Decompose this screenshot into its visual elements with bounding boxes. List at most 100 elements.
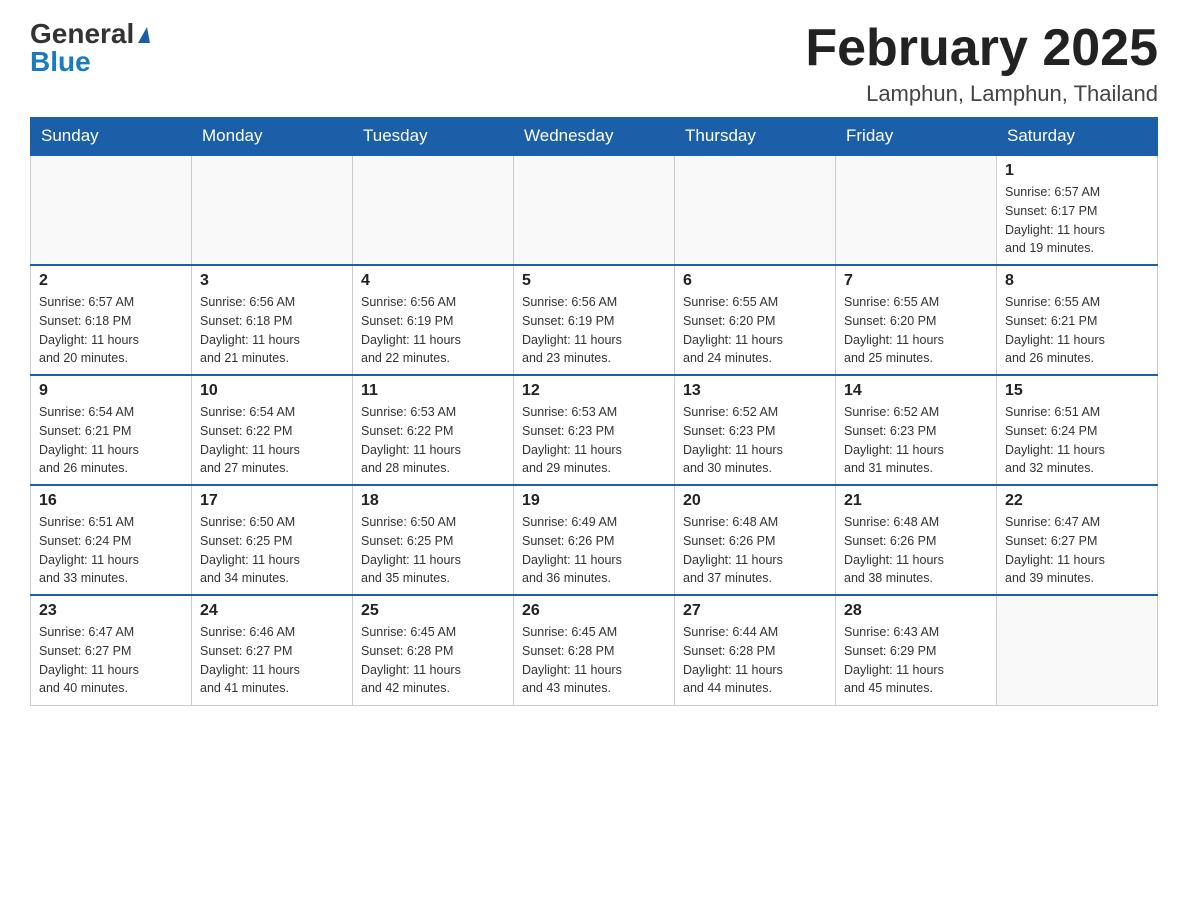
day-number: 24 [200, 602, 344, 620]
calendar-cell: 7Sunrise: 6:55 AM Sunset: 6:20 PM Daylig… [836, 265, 997, 375]
day-info: Sunrise: 6:56 AM Sunset: 6:18 PM Dayligh… [200, 293, 344, 368]
calendar-cell: 16Sunrise: 6:51 AM Sunset: 6:24 PM Dayli… [31, 485, 192, 595]
day-info: Sunrise: 6:45 AM Sunset: 6:28 PM Dayligh… [361, 623, 505, 698]
week-row-3: 9 Sunrise: 6:54 AM Sunset: 6:21 PM Daylig… [31, 375, 1158, 485]
day-number: 6 [683, 272, 827, 290]
weekday-header-monday: Monday [192, 118, 353, 156]
logo-blue-text: Blue [30, 48, 91, 76]
calendar-cell: 5 Sunrise: 6:56 AM Sunset: 6:19 PM Daylig… [514, 265, 675, 375]
day-number: 12 [522, 382, 666, 400]
day-number: 28 [844, 602, 988, 620]
logo-general-text: General [30, 20, 134, 48]
day-number: 10 [200, 382, 344, 400]
calendar-table: SundayMondayTuesdayWednesdayThursdayFrid… [30, 117, 1158, 706]
day-number: 22 [1005, 492, 1149, 510]
weekday-header-thursday: Thursday [675, 118, 836, 156]
calendar-cell: 28 Sunrise: 6:43 AM Sunset: 6:29 PM Dayli… [836, 595, 997, 705]
calendar-cell [31, 155, 192, 265]
weekday-header-wednesday: Wednesday [514, 118, 675, 156]
day-number: 5 [522, 272, 666, 290]
day-info: Sunrise: 6:48 AM Sunset: 6:26 PM Dayligh… [844, 513, 988, 588]
week-row-2: 2Sunrise: 6:57 AM Sunset: 6:18 PM Daylig… [31, 265, 1158, 375]
day-info: Sunrise: 6:54 AM Sunset: 6:22 PM Dayligh… [200, 403, 344, 478]
weekday-header-friday: Friday [836, 118, 997, 156]
calendar-cell: 21 Sunrise: 6:48 AM Sunset: 6:26 PM Dayli… [836, 485, 997, 595]
calendar-cell: 9 Sunrise: 6:54 AM Sunset: 6:21 PM Daylig… [31, 375, 192, 485]
calendar-cell: 18 Sunrise: 6:50 AM Sunset: 6:25 PM Dayli… [353, 485, 514, 595]
day-info: Sunrise: 6:57 AM Sunset: 6:18 PM Dayligh… [39, 293, 183, 368]
calendar-cell: 23 Sunrise: 6:47 AM Sunset: 6:27 PM Dayli… [31, 595, 192, 705]
calendar-cell: 20 Sunrise: 6:48 AM Sunset: 6:26 PM Dayli… [675, 485, 836, 595]
location-title: Lamphun, Lamphun, Thailand [805, 81, 1158, 107]
calendar-cell: 17 Sunrise: 6:50 AM Sunset: 6:25 PM Dayli… [192, 485, 353, 595]
calendar-cell: 2Sunrise: 6:57 AM Sunset: 6:18 PM Daylig… [31, 265, 192, 375]
day-number: 4 [361, 272, 505, 290]
calendar-cell: 11 Sunrise: 6:53 AM Sunset: 6:22 PM Dayli… [353, 375, 514, 485]
day-info: Sunrise: 6:46 AM Sunset: 6:27 PM Dayligh… [200, 623, 344, 698]
day-info: Sunrise: 6:53 AM Sunset: 6:22 PM Dayligh… [361, 403, 505, 478]
day-number: 7 [844, 272, 988, 290]
calendar-cell: 24 Sunrise: 6:46 AM Sunset: 6:27 PM Dayli… [192, 595, 353, 705]
day-number: 15 [1005, 382, 1149, 400]
day-info: Sunrise: 6:51 AM Sunset: 6:24 PM Dayligh… [1005, 403, 1149, 478]
weekday-header-tuesday: Tuesday [353, 118, 514, 156]
calendar-cell: 6 Sunrise: 6:55 AM Sunset: 6:20 PM Daylig… [675, 265, 836, 375]
day-info: Sunrise: 6:55 AM Sunset: 6:20 PM Dayligh… [683, 293, 827, 368]
calendar-cell: 3 Sunrise: 6:56 AM Sunset: 6:18 PM Daylig… [192, 265, 353, 375]
day-number: 14 [844, 382, 988, 400]
calendar-cell: 22Sunrise: 6:47 AM Sunset: 6:27 PM Dayli… [997, 485, 1158, 595]
day-info: Sunrise: 6:54 AM Sunset: 6:21 PM Dayligh… [39, 403, 183, 478]
week-row-4: 16Sunrise: 6:51 AM Sunset: 6:24 PM Dayli… [31, 485, 1158, 595]
day-info: Sunrise: 6:51 AM Sunset: 6:24 PM Dayligh… [39, 513, 183, 588]
calendar-cell [836, 155, 997, 265]
day-info: Sunrise: 6:48 AM Sunset: 6:26 PM Dayligh… [683, 513, 827, 588]
week-row-1: 1 Sunrise: 6:57 AM Sunset: 6:17 PM Daylig… [31, 155, 1158, 265]
day-info: Sunrise: 6:53 AM Sunset: 6:23 PM Dayligh… [522, 403, 666, 478]
day-info: Sunrise: 6:47 AM Sunset: 6:27 PM Dayligh… [39, 623, 183, 698]
day-number: 9 [39, 382, 183, 400]
week-row-5: 23 Sunrise: 6:47 AM Sunset: 6:27 PM Dayli… [31, 595, 1158, 705]
calendar-cell: 8Sunrise: 6:55 AM Sunset: 6:21 PM Daylig… [997, 265, 1158, 375]
calendar-cell: 14 Sunrise: 6:52 AM Sunset: 6:23 PM Dayli… [836, 375, 997, 485]
day-number: 26 [522, 602, 666, 620]
day-info: Sunrise: 6:43 AM Sunset: 6:29 PM Dayligh… [844, 623, 988, 698]
day-number: 27 [683, 602, 827, 620]
day-info: Sunrise: 6:56 AM Sunset: 6:19 PM Dayligh… [522, 293, 666, 368]
day-info: Sunrise: 6:44 AM Sunset: 6:28 PM Dayligh… [683, 623, 827, 698]
day-number: 18 [361, 492, 505, 510]
calendar-cell: 27 Sunrise: 6:44 AM Sunset: 6:28 PM Dayli… [675, 595, 836, 705]
calendar-cell: 15 Sunrise: 6:51 AM Sunset: 6:24 PM Dayli… [997, 375, 1158, 485]
day-number: 19 [522, 492, 666, 510]
calendar-cell: 19 Sunrise: 6:49 AM Sunset: 6:26 PM Dayli… [514, 485, 675, 595]
day-info: Sunrise: 6:50 AM Sunset: 6:25 PM Dayligh… [361, 513, 505, 588]
calendar-cell: 26 Sunrise: 6:45 AM Sunset: 6:28 PM Dayli… [514, 595, 675, 705]
day-info: Sunrise: 6:55 AM Sunset: 6:21 PM Dayligh… [1005, 293, 1149, 368]
logo: General Blue [30, 20, 150, 76]
day-info: Sunrise: 6:56 AM Sunset: 6:19 PM Dayligh… [361, 293, 505, 368]
day-number: 11 [361, 382, 505, 400]
calendar-cell [192, 155, 353, 265]
logo-triangle-icon [138, 27, 150, 43]
day-number: 3 [200, 272, 344, 290]
weekday-header-saturday: Saturday [997, 118, 1158, 156]
title-block: February 2025 Lamphun, Lamphun, Thailand [805, 20, 1158, 107]
day-info: Sunrise: 6:50 AM Sunset: 6:25 PM Dayligh… [200, 513, 344, 588]
day-info: Sunrise: 6:45 AM Sunset: 6:28 PM Dayligh… [522, 623, 666, 698]
day-number: 23 [39, 602, 183, 620]
day-number: 20 [683, 492, 827, 510]
day-info: Sunrise: 6:57 AM Sunset: 6:17 PM Dayligh… [1005, 183, 1149, 258]
day-info: Sunrise: 6:52 AM Sunset: 6:23 PM Dayligh… [683, 403, 827, 478]
month-title: February 2025 [805, 20, 1158, 77]
calendar-cell: 10 Sunrise: 6:54 AM Sunset: 6:22 PM Dayli… [192, 375, 353, 485]
day-number: 1 [1005, 162, 1149, 180]
day-number: 21 [844, 492, 988, 510]
calendar-cell: 13 Sunrise: 6:52 AM Sunset: 6:23 PM Dayli… [675, 375, 836, 485]
page-header: General Blue February 2025 Lamphun, Lamp… [30, 20, 1158, 107]
day-info: Sunrise: 6:52 AM Sunset: 6:23 PM Dayligh… [844, 403, 988, 478]
calendar-cell [353, 155, 514, 265]
day-number: 17 [200, 492, 344, 510]
calendar-cell: 4 Sunrise: 6:56 AM Sunset: 6:19 PM Daylig… [353, 265, 514, 375]
day-number: 13 [683, 382, 827, 400]
calendar-cell [514, 155, 675, 265]
day-info: Sunrise: 6:49 AM Sunset: 6:26 PM Dayligh… [522, 513, 666, 588]
